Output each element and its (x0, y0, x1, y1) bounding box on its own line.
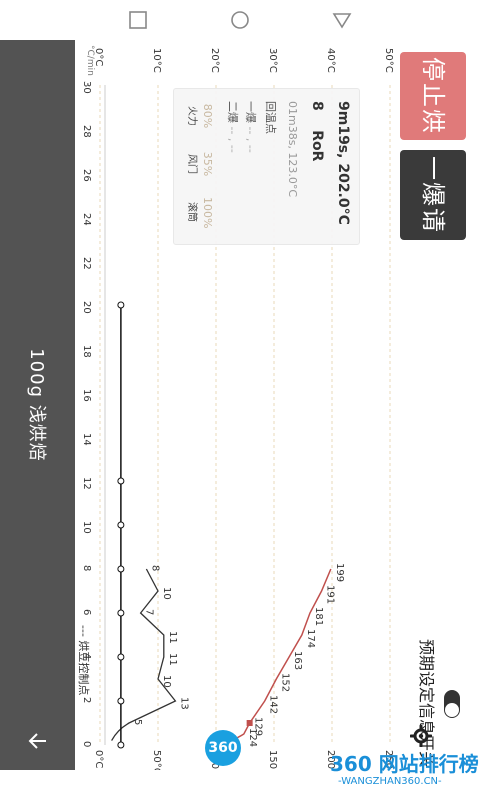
ror-tick-label: 20°C (209, 48, 220, 73)
ror-label: 8 (149, 565, 160, 571)
home-icon[interactable] (230, 10, 250, 30)
bean-temp-label: 163 (292, 651, 303, 670)
control-point (117, 609, 125, 617)
temp-tick-label: 50°C (151, 750, 162, 770)
damper-label: 风门 (186, 154, 197, 174)
ror-label: 10 (161, 675, 172, 688)
drum-value: 100% (201, 197, 214, 229)
control-point (117, 565, 125, 573)
control-damper[interactable]: 35% 风门 (186, 149, 214, 179)
ror-unit-label: °C/min (85, 45, 95, 76)
page-title: 100g 浅烘焙 (26, 348, 47, 462)
time-tick-label: 8 (81, 565, 92, 571)
control-fire[interactable]: 80% 火力 (186, 101, 214, 131)
first-crack-button[interactable]: 一爆请按 (353, 150, 466, 240)
bean-temp-label: 199 (334, 563, 345, 582)
bean-temp-label: 152 (279, 673, 290, 692)
bean-temp-label: 142 (268, 695, 279, 714)
bean-temp-label: 191 (325, 585, 336, 604)
watermark-logo: 360 (205, 730, 241, 766)
time-tick-label: 26 (81, 169, 92, 182)
return-point-value: 01m38s, 123.0°C (286, 101, 299, 198)
second-crack-label: 二爆 (226, 101, 239, 123)
control-point (117, 301, 125, 309)
arrow-down-icon[interactable] (27, 730, 49, 752)
gear-icon[interactable] (410, 725, 432, 747)
first-crack-value: -- , -- (244, 126, 257, 153)
ror-tick-label: 10°C (151, 48, 162, 73)
temp-tick-label: 0°C (93, 750, 104, 768)
time-tick-label: 6 (81, 609, 92, 615)
time-tick-label: 28 (81, 125, 92, 138)
damper-value: 35% (201, 151, 214, 177)
watermark-text: 360 网站排行榜 (330, 752, 479, 776)
time-tick-label: 22 (81, 257, 92, 270)
ror-tick-label: 30°C (267, 48, 278, 73)
app-content: 停止烘豆 一爆请按 0°C50°C100°C150°C200°C250°C0°C… (0, 40, 480, 770)
back-icon[interactable] (332, 10, 352, 30)
control-point (117, 697, 125, 705)
control-point (117, 653, 125, 661)
time-tick-label: 14 (81, 433, 92, 446)
ror-label: 11 (167, 631, 178, 644)
time-temp-readout: 9m19s, 202.0°C (335, 101, 351, 225)
drum-label: 滚筒 (186, 202, 197, 222)
bean-temp-label: 174 (305, 629, 316, 648)
second-crack-value: -- , -- (226, 126, 239, 153)
control-drum[interactable]: 100% 滚筒 (186, 197, 214, 229)
watermark-subtext: -WANGZHAN360.CN- (338, 776, 442, 787)
time-tick-label: 30 (81, 81, 92, 94)
ror-tick-label: 50°C (383, 48, 394, 73)
info-switch-toggle[interactable] (444, 690, 460, 718)
first-crack-label: 一爆 (244, 101, 257, 123)
time-tick-label: 18 (81, 345, 92, 358)
time-tick-label: 0 (81, 741, 92, 747)
info-switch-area: 预期设定信息开关 (400, 635, 460, 767)
ror-label: 5 (132, 719, 143, 725)
time-tick-label: 10 (81, 521, 92, 534)
control-point (117, 521, 125, 529)
fire-label: 火力 (186, 106, 197, 126)
ror-label: 13 (178, 697, 189, 710)
chart-lines (111, 301, 332, 749)
time-tick-label: 12 (81, 477, 92, 490)
bean-temp-line (221, 568, 332, 746)
ror-readout: 8 RoR (309, 101, 325, 161)
title-bar: 100g 浅烘焙 (0, 40, 75, 770)
stop-roast-button[interactable]: 停止烘豆 (353, 52, 466, 140)
control-point (117, 477, 125, 485)
ror-label: 7 (144, 609, 155, 615)
control-point (117, 741, 125, 749)
ror-tick-label: 40°C (325, 48, 336, 73)
ror-label: 11 (167, 653, 178, 666)
ror-value: 8 (309, 101, 325, 111)
time-tick-label: 24 (81, 213, 92, 226)
time-tick-label: 20 (81, 301, 92, 314)
time-tick-label: 2 (81, 697, 92, 703)
time-tick-label: 16 (81, 389, 92, 402)
recent-apps-icon[interactable] (128, 10, 148, 30)
return-point-label: 回温点 (264, 101, 277, 134)
android-nav-bar (0, 0, 480, 40)
chart-legend: --- 烘豆控制点 (77, 625, 90, 696)
ror-label: RoR (309, 130, 325, 162)
info-panel: 9m19s, 202.0°C 8 RoR 01m38s, 123.0°C 回温点… (173, 88, 360, 245)
fire-value: 80% (201, 103, 214, 129)
ror-label: 10 (161, 587, 172, 600)
bean-temp-label: 181 (313, 607, 324, 626)
